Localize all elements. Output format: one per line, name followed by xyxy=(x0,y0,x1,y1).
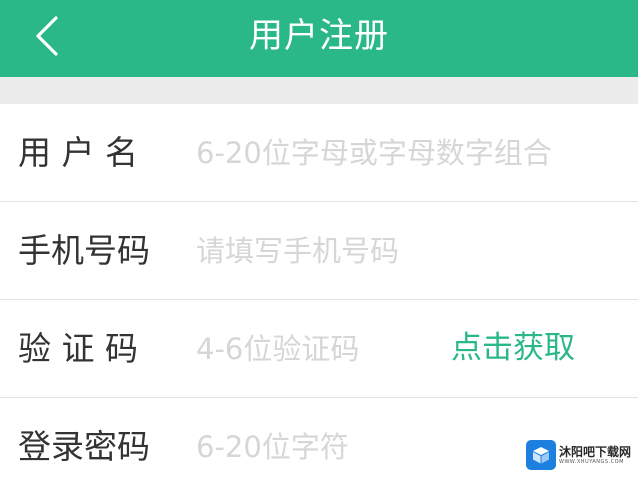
register-form: 用 户 名 手机号码 验 证 码 点击获取 登录密码 xyxy=(0,104,638,491)
password-label: 登录密码 xyxy=(18,427,150,466)
phone-input[interactable] xyxy=(196,226,616,276)
watermark-url: WWW.XHUYANGS.COM xyxy=(559,458,624,465)
register-screen: 用户注册 用 户 名 手机号码 验 证 码 点击获取 登录密码 xyxy=(0,0,638,491)
verification-code-input[interactable] xyxy=(196,324,436,374)
section-divider xyxy=(0,77,638,104)
phone-label: 手机号码 xyxy=(18,231,150,270)
username-row: 用 户 名 xyxy=(0,104,638,202)
watermark: 沐阳吧下载网 WWW.XHUYANGS.COM xyxy=(526,438,632,472)
phone-row: 手机号码 xyxy=(0,202,638,300)
get-code-button[interactable]: 点击获取 xyxy=(451,300,575,397)
header-bar: 用户注册 xyxy=(0,0,638,77)
verification-code-label: 验 证 码 xyxy=(18,329,138,368)
page-title: 用户注册 xyxy=(249,16,389,56)
username-input[interactable] xyxy=(196,128,616,178)
watermark-name: 沐阳吧下载网 xyxy=(559,444,632,459)
verification-code-row: 验 证 码 点击获取 xyxy=(0,300,638,398)
watermark-text: 沐阳吧下载网 WWW.XHUYANGS.COM xyxy=(559,446,631,465)
username-label: 用 户 名 xyxy=(18,133,138,172)
box-logo-icon xyxy=(526,440,556,470)
